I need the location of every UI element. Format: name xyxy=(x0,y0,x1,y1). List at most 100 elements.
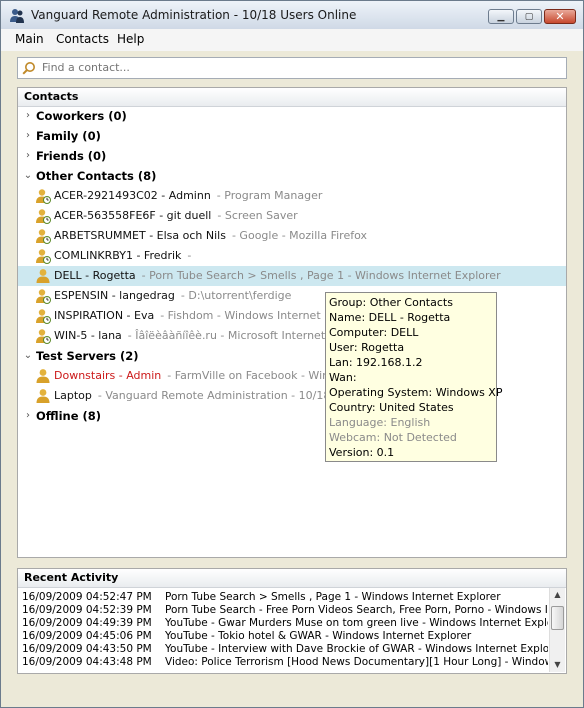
contact-activity: - Program Manager xyxy=(216,189,323,202)
tooltip-group: Group: Other Contacts xyxy=(329,296,453,309)
chevron-right-icon[interactable]: › xyxy=(22,106,34,126)
recent-activity-panel: Recent Activity 16/09/2009 04:52:47 PM P… xyxy=(17,568,567,674)
group-label: Family (0) xyxy=(36,129,101,143)
chevron-down-icon[interactable]: ⌄ xyxy=(22,346,34,366)
tooltip-language: Language: English xyxy=(329,416,431,429)
activity-time: 16/09/2009 04:43:48 PM xyxy=(22,656,152,668)
maximize-icon: ▢ xyxy=(524,11,534,22)
contact-name: COMLINKRBY1 - Fredrik xyxy=(54,249,182,262)
activity-row[interactable]: 16/09/2009 04:52:39 PM Porn Tube Search … xyxy=(22,604,548,617)
group-label: Test Servers (2) xyxy=(36,349,139,363)
search-input[interactable] xyxy=(42,61,542,74)
group-family[interactable]: › Family (0) xyxy=(18,126,566,146)
minimize-icon: ▁ xyxy=(497,11,505,22)
contact-row[interactable]: ACER-2921493C02 - Adminn - Program Manage… xyxy=(18,186,566,206)
user-online-icon xyxy=(36,369,50,383)
contact-activity: - Google - Mozilla Firefox xyxy=(231,229,367,242)
tooltip-os: Operating System: Windows XP xyxy=(329,386,503,399)
user-idle-icon xyxy=(36,309,51,324)
contact-name: ESPENSIN - langedrag xyxy=(54,289,175,302)
window-title: Vanguard Remote Administration - 10/18 U… xyxy=(31,8,357,22)
menu-main[interactable]: Main xyxy=(15,32,44,46)
tooltip-name: Name: DELL - Rogetta xyxy=(329,311,451,324)
user-idle-icon xyxy=(36,329,51,344)
tooltip-wan: Wan: xyxy=(329,371,357,384)
activity-row[interactable]: 16/09/2009 04:49:39 PM YouTube - Gwar Mu… xyxy=(22,617,548,630)
activity-scrollbar[interactable]: ▲ ▼ xyxy=(549,588,565,672)
contact-name: Laptop xyxy=(54,389,92,402)
user-idle-icon xyxy=(36,189,51,204)
close-button[interactable]: ✕ xyxy=(544,9,576,24)
activity-text: Porn Tube Search > Smells , Page 1 - Win… xyxy=(165,591,501,603)
chevron-right-icon[interactable]: › xyxy=(22,146,34,166)
chevron-down-icon[interactable]: ⌄ xyxy=(22,166,34,186)
scroll-up-icon[interactable]: ▲ xyxy=(550,588,565,602)
user-idle-icon xyxy=(36,249,51,264)
maximize-button[interactable]: ▢ xyxy=(516,9,542,24)
user-idle-icon xyxy=(36,209,51,224)
user-online-icon xyxy=(36,269,50,283)
scroll-down-icon[interactable]: ▼ xyxy=(550,658,565,672)
user-idle-icon xyxy=(36,229,51,244)
user-online-icon xyxy=(36,389,50,403)
contact-info-tooltip: Group: Other Contacts Name: DELL - Roget… xyxy=(325,292,503,462)
activity-row[interactable]: 16/09/2009 04:43:48 PM Video: Police Ter… xyxy=(22,656,548,669)
contact-name: INSPIRATION - Eva xyxy=(54,309,155,322)
main-window: Vanguard Remote Administration - 10/18 U… xyxy=(0,0,584,708)
users-app-icon xyxy=(10,9,24,23)
activity-time: 16/09/2009 04:49:39 PM xyxy=(22,617,152,629)
tooltip-version: Version: 0.1 xyxy=(329,446,395,459)
contact-name: DELL - Rogetta xyxy=(54,269,136,282)
contact-row[interactable]: ARBETSRUMMET - Elsa och Nils - Google - M… xyxy=(18,226,566,246)
contact-name: ACER-2921493C02 - Adminn xyxy=(54,189,211,202)
contact-row[interactable]: ACER-563558FE6F - git duell - Screen Save… xyxy=(18,206,566,226)
contact-name: Downstairs - Admin xyxy=(54,369,162,382)
group-friends[interactable]: › Friends (0) xyxy=(18,146,566,166)
contact-row-selected[interactable]: DELL - Rogetta - Porn Tube Search > Smell… xyxy=(18,266,566,286)
activity-text: Video: Police Terrorism [Hood News Docum… xyxy=(165,656,548,668)
title-bar[interactable]: Vanguard Remote Administration - 10/18 U… xyxy=(1,1,583,30)
menu-contacts[interactable]: Contacts xyxy=(56,32,109,46)
activity-text: YouTube - Interview with Dave Brockie of… xyxy=(165,643,548,655)
activity-header: Recent Activity xyxy=(18,569,566,588)
contact-row[interactable]: COMLINKRBY1 - Fredrik - xyxy=(18,246,566,266)
activity-row[interactable]: 16/09/2009 04:52:47 PM Porn Tube Search … xyxy=(22,591,548,604)
chevron-right-icon[interactable]: › xyxy=(22,406,34,426)
contact-activity: - D:\utorrent\ferdige xyxy=(180,289,292,302)
menu-bar: Main Contacts Help xyxy=(1,29,583,51)
activity-time: 16/09/2009 04:52:47 PM xyxy=(22,591,152,603)
activity-row[interactable]: 16/09/2009 04:43:50 PM YouTube - Intervi… xyxy=(22,643,548,656)
tooltip-computer: Computer: DELL xyxy=(329,326,419,339)
activity-text: YouTube - Tokio hotel & GWAR - Windows I… xyxy=(165,630,472,642)
group-coworkers[interactable]: › Coworkers (0) xyxy=(18,106,566,126)
tooltip-lan: Lan: 192.168.1.2 xyxy=(329,356,423,369)
tooltip-user: User: Rogetta xyxy=(329,341,405,354)
activity-row[interactable]: 16/09/2009 04:45:06 PM YouTube - Tokio h… xyxy=(22,630,548,643)
scroll-thumb[interactable] xyxy=(551,606,564,630)
activity-text: Porn Tube Search - Free Porn Videos Sear… xyxy=(165,604,548,616)
contact-name: WIN-5 - lana xyxy=(54,329,122,342)
tooltip-country: Country: United States xyxy=(329,401,454,414)
activity-text: YouTube - Gwar Murders Muse on tom green… xyxy=(165,617,548,629)
search-icon xyxy=(22,62,35,75)
minimize-button[interactable]: ▁ xyxy=(488,9,514,24)
activity-list[interactable]: 16/09/2009 04:52:47 PM Porn Tube Search … xyxy=(18,588,548,673)
activity-time: 16/09/2009 04:43:50 PM xyxy=(22,643,152,655)
activity-time: 16/09/2009 04:45:06 PM xyxy=(22,630,152,642)
contacts-header: Contacts xyxy=(18,88,566,107)
chevron-right-icon[interactable]: › xyxy=(22,126,34,146)
user-idle-icon xyxy=(36,289,51,304)
search-box[interactable] xyxy=(17,57,567,79)
group-label: Offline (8) xyxy=(36,409,102,423)
group-label: Friends (0) xyxy=(36,149,107,163)
contact-activity: - xyxy=(187,249,192,262)
contact-name: ARBETSRUMMET - Elsa och Nils xyxy=(54,229,226,242)
activity-time: 16/09/2009 04:52:39 PM xyxy=(22,604,152,616)
menu-help[interactable]: Help xyxy=(117,32,144,46)
group-label: Coworkers (0) xyxy=(36,109,127,123)
contact-activity: - Porn Tube Search > Smells , Page 1 - W… xyxy=(141,269,501,282)
group-label: Other Contacts (8) xyxy=(36,169,157,183)
contact-name: ACER-563558FE6F - git duell xyxy=(54,209,212,222)
group-other-contacts[interactable]: ⌄ Other Contacts (8) xyxy=(18,166,566,186)
tooltip-webcam: Webcam: Not Detected xyxy=(329,431,457,444)
